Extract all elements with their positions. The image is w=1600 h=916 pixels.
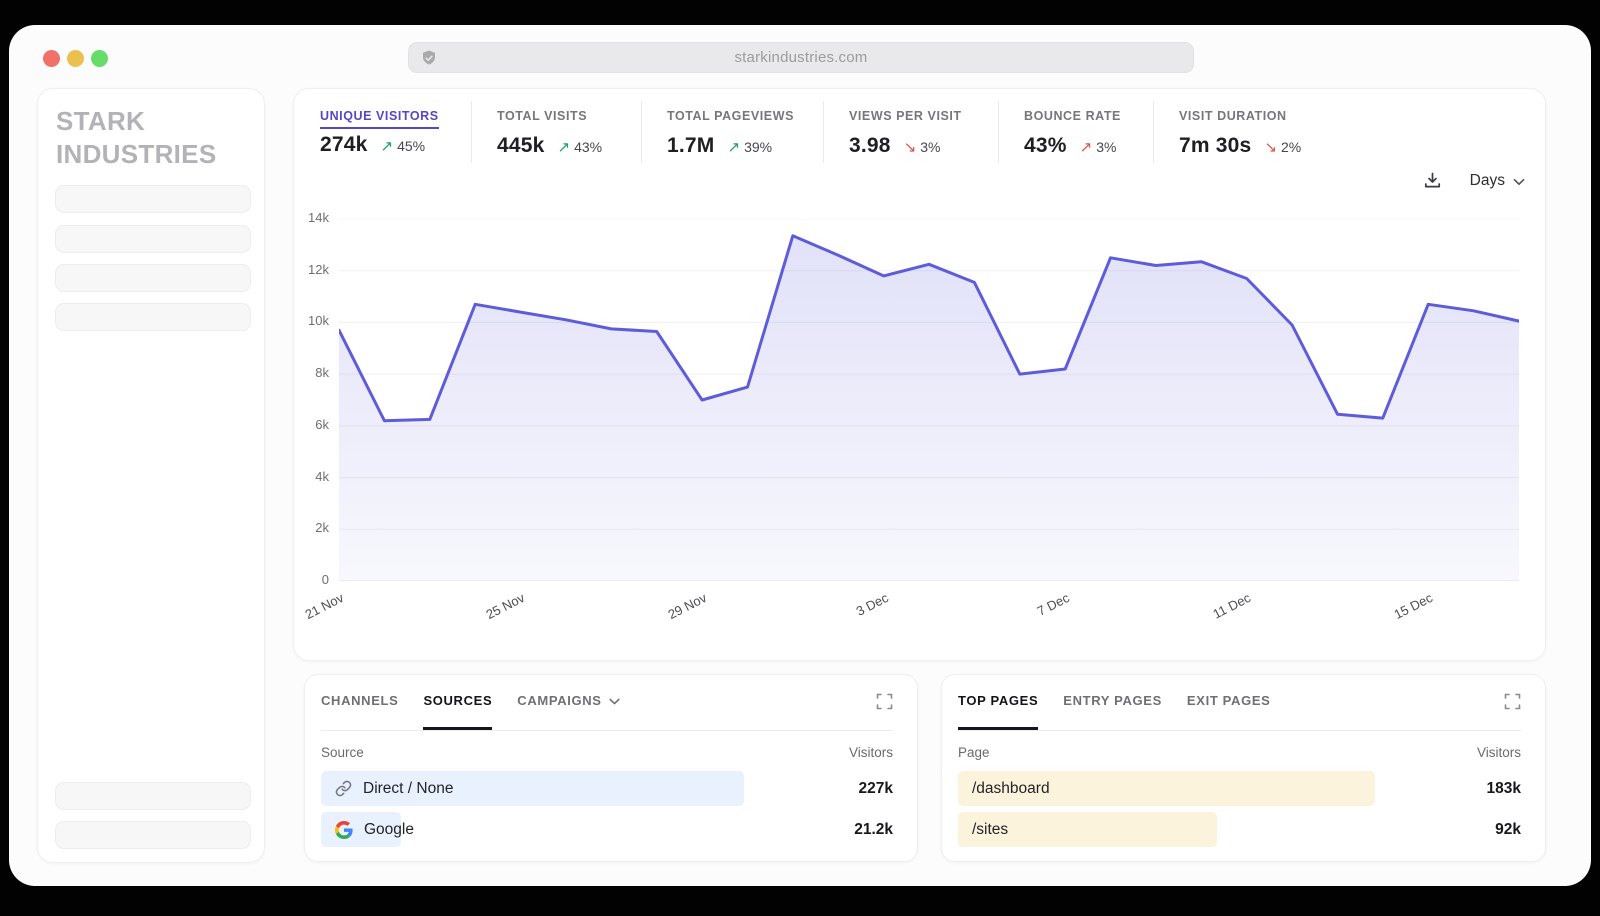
sidebar-placeholder-item (55, 185, 251, 213)
x-axis-tick: 3 Dec (853, 590, 890, 619)
trend-down-icon: ↘ (1264, 138, 1277, 156)
url-bar[interactable]: starkindustries.com (408, 42, 1194, 73)
pages-panel: TOP PAGES ENTRY PAGES EXIT PAGES Page Vi… (941, 674, 1546, 862)
page-label: /dashboard (972, 780, 1050, 798)
tab-sources[interactable]: SOURCES (423, 691, 492, 730)
source-value: 227k (859, 770, 893, 807)
tab-channels[interactable]: CHANNELS (321, 691, 398, 730)
download-icon (1423, 171, 1442, 190)
url-text: starkindustries.com (734, 49, 867, 66)
chevron-down-icon (609, 698, 620, 705)
browser-window: starkindustries.com STARK INDUSTRIES UNI… (9, 25, 1591, 886)
table-row[interactable]: Google 21.2k (321, 811, 893, 848)
sidebar-placeholder-item (55, 821, 251, 849)
y-axis-tick: 4k (287, 469, 329, 484)
y-axis-tick: 6k (287, 417, 329, 432)
sidebar-placeholder-item (55, 782, 251, 810)
trend-down-icon: ↘ (904, 138, 917, 156)
metric-bounce-rate[interactable]: BOUNCE RATE 43% ↗ 3% (999, 101, 1154, 163)
brand-line-2: INDUSTRIES (56, 138, 264, 171)
minimize-button[interactable] (67, 50, 84, 67)
download-button[interactable] (1423, 171, 1442, 190)
metric-views-per-visit[interactable]: VIEWS PER VISIT 3.98 ↘ 3% (824, 101, 999, 163)
analytics-card: UNIQUE VISITORS 274k ↗ 45% TOTAL VISITS … (293, 88, 1546, 661)
y-axis-tick: 8k (287, 365, 329, 380)
trend-up-icon: ↗ (1080, 138, 1093, 156)
close-button[interactable] (43, 50, 60, 67)
pages-table: /dashboard 183k /sites 92k (958, 770, 1521, 852)
sources-panel: CHANNELS SOURCES CAMPAIGNS Source Visito… (304, 674, 918, 862)
tab-campaigns[interactable]: CAMPAIGNS (517, 691, 619, 730)
tab-top-pages[interactable]: TOP PAGES (958, 691, 1038, 730)
chevron-down-icon (1513, 178, 1525, 186)
tab-exit-pages[interactable]: EXIT PAGES (1187, 691, 1271, 730)
x-axis-tick: 25 Nov (484, 590, 528, 622)
trend-up-icon: ↗ (728, 138, 741, 156)
interval-label: Days (1470, 172, 1505, 190)
y-axis-tick: 12k (287, 262, 329, 277)
sidebar-placeholder-item (55, 303, 251, 331)
metric-visit-duration[interactable]: VISIT DURATION 7m 30s ↘ 2% (1154, 101, 1364, 163)
table-row[interactable]: Direct / None 227k (321, 770, 893, 807)
x-axis-tick: 29 Nov (665, 590, 709, 622)
page-value: 92k (1495, 811, 1521, 848)
expand-icon (1504, 693, 1521, 710)
google-logo (335, 821, 353, 839)
shield-icon (420, 49, 438, 73)
x-axis-tick: 7 Dec (1035, 590, 1072, 619)
table-row[interactable]: /sites 92k (958, 811, 1521, 848)
page-value: 183k (1487, 770, 1521, 807)
pages-tabs: TOP PAGES ENTRY PAGES EXIT PAGES (958, 691, 1521, 731)
sources-table: Direct / None 227k Google 21.2k (321, 770, 893, 852)
table-row[interactable]: /dashboard 183k (958, 770, 1521, 807)
brand-logo: STARK INDUSTRIES (56, 105, 264, 172)
link-icon (335, 780, 352, 797)
trend-up-icon: ↗ (558, 138, 571, 156)
metrics-row: UNIQUE VISITORS 274k ↗ 45% TOTAL VISITS … (294, 101, 1364, 163)
source-value: 21.2k (854, 811, 893, 848)
expand-button[interactable] (1504, 693, 1521, 710)
metric-total-pageviews[interactable]: TOTAL PAGEVIEWS 1.7M ↗ 39% (642, 101, 824, 163)
expand-icon (876, 693, 893, 710)
column-header-page: Page (958, 745, 990, 760)
zoom-button[interactable] (91, 50, 108, 67)
brand-line-1: STARK (56, 105, 264, 138)
area-chart (339, 219, 1519, 581)
column-header-source: Source (321, 745, 364, 760)
x-axis-tick: 11 Dec (1211, 590, 1254, 622)
chart-area-fill (339, 236, 1519, 581)
y-axis-tick: 2k (287, 520, 329, 535)
window-controls (43, 50, 108, 67)
y-axis: 14k12k10k8k6k4k2k0 (287, 219, 329, 581)
y-axis-tick: 14k (287, 210, 329, 225)
tab-entry-pages[interactable]: ENTRY PAGES (1063, 691, 1162, 730)
sources-tabs: CHANNELS SOURCES CAMPAIGNS (321, 691, 893, 731)
metric-total-visits[interactable]: TOTAL VISITS 445k ↗ 43% (472, 101, 642, 163)
metric-unique-visitors[interactable]: UNIQUE VISITORS 274k ↗ 45% (294, 101, 472, 163)
source-label: Google (364, 821, 414, 839)
sidebar-placeholder-item (55, 264, 251, 292)
y-axis-tick: 10k (287, 313, 329, 328)
visitors-chart: 14k12k10k8k6k4k2k0 21 Nov25 Nov29 Nov3 D… (339, 219, 1519, 581)
interval-dropdown[interactable]: Days (1470, 172, 1525, 190)
x-axis-tick: 15 Dec (1392, 590, 1436, 622)
sidebar-placeholder-item (55, 225, 251, 253)
trend-up-icon: ↗ (381, 137, 394, 155)
x-axis: 21 Nov25 Nov29 Nov3 Dec7 Dec11 Dec15 Dec (339, 581, 1519, 633)
expand-button[interactable] (876, 693, 893, 710)
column-header-visitors: Visitors (1477, 745, 1521, 760)
source-label: Direct / None (363, 780, 453, 798)
page-label: /sites (972, 821, 1008, 839)
column-header-visitors: Visitors (849, 745, 893, 760)
y-axis-tick: 0 (287, 572, 329, 587)
x-axis-tick: 21 Nov (302, 590, 346, 622)
sidebar: STARK INDUSTRIES (37, 88, 265, 863)
